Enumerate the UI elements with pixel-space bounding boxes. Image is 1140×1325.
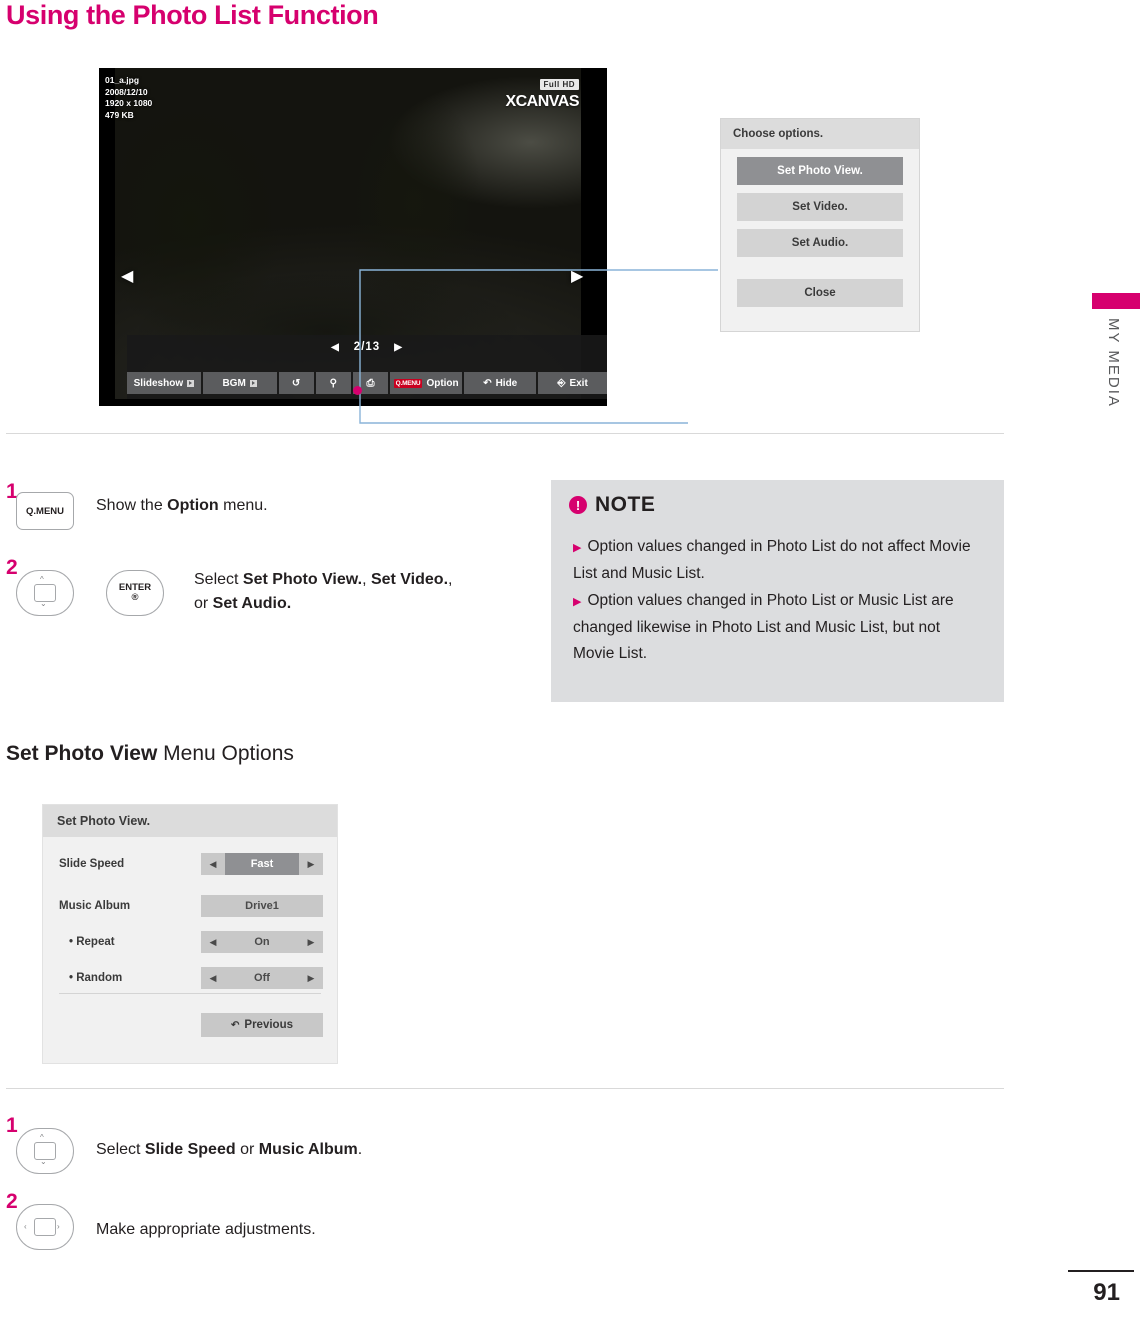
chapter-tab-marker	[1092, 293, 1140, 309]
step-1-text: Show the Option menu.	[96, 497, 268, 514]
row-slide-speed: Slide Speed ◀ Fast ▶	[43, 847, 337, 881]
nav-updown-key[interactable]: ^ ⌄	[16, 570, 74, 616]
counter-prev-arrow[interactable]: ◀	[331, 342, 340, 353]
slide-speed-control: ◀ Fast ▶	[201, 853, 323, 875]
file-date: 2008/12/10	[105, 86, 148, 97]
enter-key-button[interactable]: ENTER ®	[106, 570, 164, 616]
osd-zoom-button[interactable]: ⚲	[315, 372, 351, 394]
note-item-2: ▶ Option values changed in Photo List or …	[573, 588, 985, 667]
previous-label: Previous	[244, 1019, 293, 1031]
music-album-control: Drive1	[201, 895, 323, 917]
repeat-label: • Repeat	[69, 936, 115, 948]
file-name: 01_a.jpg	[105, 75, 140, 85]
nav-updown-icon: ^ ⌄	[34, 576, 56, 608]
choose-options-popup: Choose options. Set Photo View. Set Vide…	[720, 118, 920, 332]
music-album-label: Music Album	[59, 900, 131, 912]
back-icon: ↶	[231, 1019, 240, 1031]
qmenu-key-button[interactable]: Q.MENU	[16, 492, 74, 530]
qmenu-key-label: Q.MENU	[26, 505, 64, 517]
note-box: ! NOTE ▶ Option values changed in Photo L…	[551, 480, 1004, 702]
file-resolution: 1920 x 1080	[105, 98, 153, 108]
slide-speed-left-arrow[interactable]: ◀	[201, 853, 225, 875]
file-size: 479 KB	[105, 109, 134, 120]
note-item-1: ▶ Option values changed in Photo List do …	[573, 534, 985, 587]
slide-speed-right-arrow[interactable]: ▶	[299, 853, 323, 875]
menu-divider	[59, 993, 321, 994]
osd-rotate-button[interactable]: ↺	[278, 372, 314, 394]
prev-photo-arrow[interactable]: ◀	[121, 266, 133, 286]
osd-bgm-label: BGM	[222, 377, 246, 389]
brand-name: XCANVAS	[505, 93, 579, 110]
file-info: 01_a.jpg 2008/12/10 1920 x 1080 479 KB	[105, 75, 152, 121]
osd-slideshow-label: Slideshow	[133, 377, 184, 389]
set-photo-view-title: Set Photo View.	[43, 805, 337, 837]
repeat-control: ◀ On ▶	[201, 931, 323, 953]
triangle-bullet-icon: ▶	[573, 542, 582, 554]
exclamation-icon: !	[569, 496, 587, 514]
page-root: Using the Photo List Function MY MEDIA 0…	[0, 0, 1140, 1325]
step-b1-text: Select Slide Speed or Music Album.	[96, 1141, 363, 1158]
note-item-1-text: Option values changed in Photo List do n…	[573, 538, 971, 582]
osd-bgm-button[interactable]: BGM	[202, 372, 277, 394]
option-set-photo-view[interactable]: Set Photo View.	[737, 157, 903, 185]
zoom-icon: ⚲	[329, 377, 337, 389]
set-photo-view-menu: Set Photo View. Slide Speed ◀ Fast ▶ Mus…	[42, 804, 338, 1064]
random-right-arrow[interactable]: ▶	[299, 967, 323, 989]
random-control: ◀ Off ▶	[201, 967, 323, 989]
previous-button[interactable]: ↶ Previous	[201, 1013, 323, 1037]
random-left-arrow[interactable]: ◀	[201, 967, 225, 989]
slide-speed-label: Slide Speed	[59, 858, 125, 870]
step-b2-number: 2	[6, 1190, 18, 1213]
row-random: • Random ◀ Off ▶	[43, 961, 337, 995]
note-title: NOTE	[595, 493, 656, 516]
triangle-bullet-icon: ▶	[573, 596, 582, 608]
row-music-album: Music Album Drive1	[43, 889, 337, 923]
divider-2	[6, 1088, 1004, 1089]
option-close-button[interactable]: Close	[737, 279, 903, 307]
play-square-icon	[187, 379, 195, 387]
row-repeat: • Repeat ◀ On ▶	[43, 925, 337, 959]
random-value[interactable]: Off	[225, 967, 299, 989]
enter-key-symbol: ®	[131, 592, 139, 603]
page-title: Using the Photo List Function	[6, 0, 379, 30]
step-2-text: Select Set Photo View., Set Video., or Se…	[194, 571, 453, 612]
callout-connector	[359, 269, 718, 424]
nav-leftright-icon: ‹ ›	[24, 1218, 60, 1236]
osd-slideshow-button[interactable]: Slideshow	[127, 372, 201, 394]
step-2-number: 2	[6, 556, 18, 579]
random-label: • Random	[69, 972, 123, 984]
page-number-rule	[1068, 1270, 1134, 1272]
play-square-icon	[249, 379, 257, 387]
page-number: 91	[1093, 1279, 1120, 1306]
nav-updown-key-2[interactable]: ^ ⌄	[16, 1128, 74, 1174]
callout-dot	[353, 386, 362, 395]
repeat-value[interactable]: On	[225, 931, 299, 953]
section-heading-rest: Menu Options	[157, 742, 294, 765]
repeat-left-arrow[interactable]: ◀	[201, 931, 225, 953]
option-set-audio[interactable]: Set Audio.	[737, 229, 903, 257]
note-item-2-text: Option values changed in Photo List or M…	[573, 592, 954, 662]
chapter-label: MY MEDIA	[1105, 318, 1122, 408]
section-heading-bold: Set Photo View	[6, 742, 158, 765]
choose-options-title: Choose options.	[721, 119, 919, 149]
divider-1	[6, 433, 1004, 434]
section-heading: Set Photo View Menu Options	[6, 742, 294, 766]
step-b1-number: 1	[6, 1114, 18, 1137]
nav-leftright-key[interactable]: ‹ ›	[16, 1204, 74, 1250]
repeat-right-arrow[interactable]: ▶	[299, 931, 323, 953]
brand-logo: Full HD XCANVAS	[505, 74, 579, 110]
option-set-video[interactable]: Set Video.	[737, 193, 903, 221]
step-b2-text: Make appropriate adjustments.	[96, 1221, 316, 1238]
full-hd-badge: Full HD	[539, 79, 579, 90]
rotate-icon: ↺	[291, 377, 301, 389]
music-album-value[interactable]: Drive1	[201, 895, 323, 917]
slide-speed-value[interactable]: Fast	[225, 853, 299, 875]
nav-updown-icon: ^ ⌄	[34, 1134, 56, 1166]
